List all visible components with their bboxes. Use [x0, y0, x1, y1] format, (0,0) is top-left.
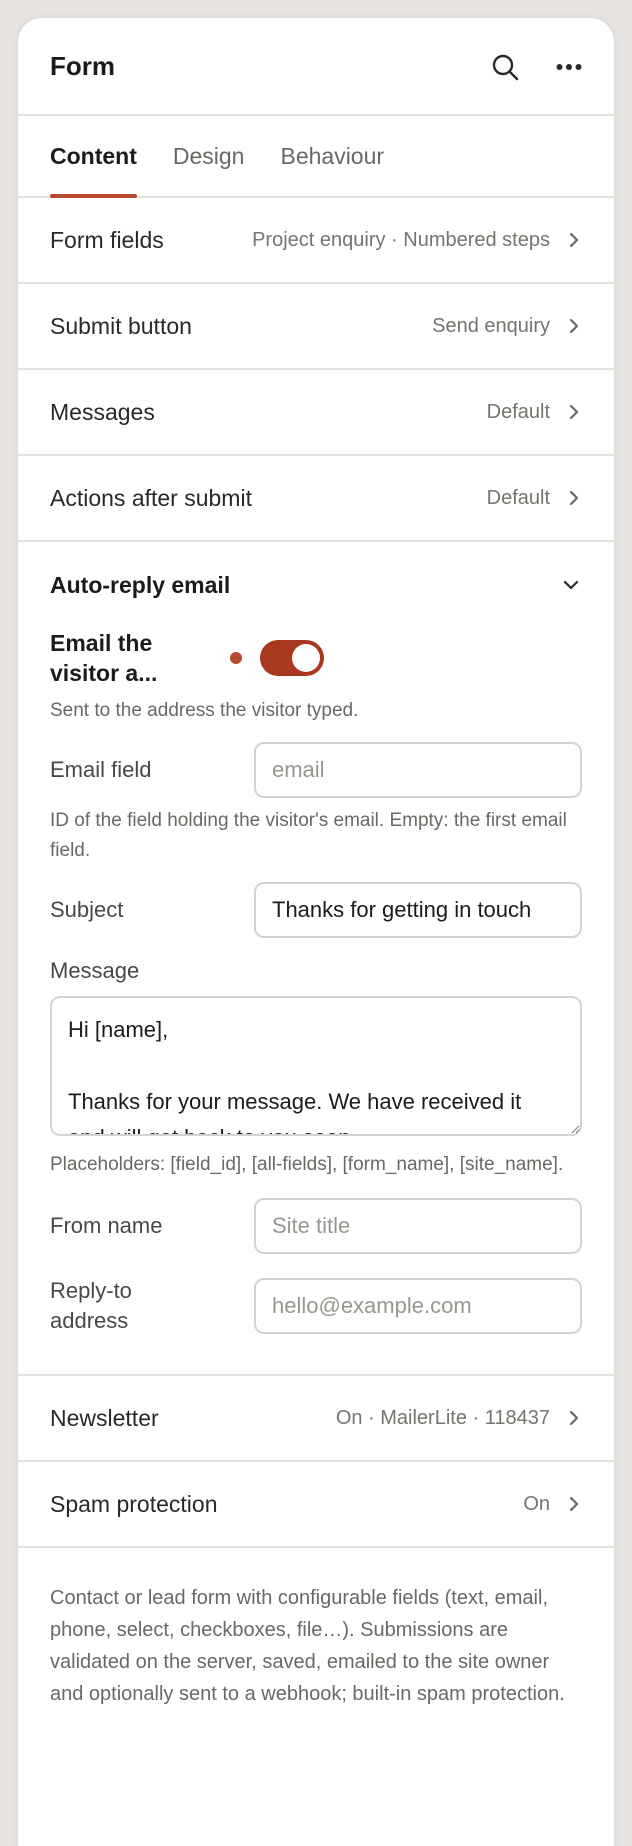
more-horizontal-icon[interactable] [552, 50, 586, 84]
placeholders-help: Placeholders: [field_id], [all-fields], … [50, 1154, 564, 1175]
row-submit-button[interactable]: Submit button Send enquiry [18, 284, 614, 370]
from-name-row: From name [50, 1198, 582, 1254]
toggle-label: Email the visitor a... [50, 630, 158, 686]
row-label: Actions after submit [50, 484, 252, 511]
autoreply-header[interactable]: Auto-reply email [50, 542, 582, 628]
chevron-right-icon [568, 315, 582, 337]
row-form-fields[interactable]: Form fields Project enquiry · Numbered s… [18, 198, 614, 284]
form-description: Contact or lead form with configurable f… [50, 1587, 565, 1705]
autoreply-section: Auto-reply email Email the visitor a... … [18, 542, 614, 1376]
panel-header: Form [18, 18, 614, 116]
autoreply-toggle[interactable] [260, 640, 324, 676]
row-spam-protection[interactable]: Spam protection On [18, 1462, 614, 1548]
row-actions-after-submit[interactable]: Actions after submit Default [18, 456, 614, 542]
row-value: On [523, 1492, 550, 1515]
from-name-input[interactable] [254, 1198, 582, 1254]
tab-behaviour[interactable]: Behaviour [280, 116, 384, 196]
autoreply-toggle-row: Email the visitor a... [50, 628, 582, 688]
chevron-right-icon [568, 401, 582, 423]
header-actions [488, 50, 586, 84]
reply-to-row: Reply-to address [50, 1276, 582, 1336]
row-label: Form fields [50, 226, 164, 253]
section-title: Auto-reply email [50, 571, 231, 598]
row-label: Newsletter [50, 1404, 159, 1431]
row-label: Spam protection [50, 1490, 218, 1517]
search-icon[interactable] [488, 50, 522, 84]
tab-content[interactable]: Content [50, 116, 137, 198]
message-label: Message [50, 958, 140, 983]
row-value: On · MailerLite · 118437 [335, 1406, 550, 1429]
row-value: Send enquiry [432, 314, 550, 337]
email-field-row: Email field [50, 742, 582, 798]
form-settings-panel: Form Content Design Behaviour Form field… [18, 18, 614, 1846]
message-textarea[interactable] [50, 996, 582, 1136]
chevron-right-icon [568, 1493, 582, 1515]
chevron-right-icon [568, 229, 582, 251]
row-label: Submit button [50, 312, 192, 339]
email-field-help: ID of the field holding the visitor's em… [50, 810, 567, 861]
row-value: Project enquiry · Numbered steps [252, 228, 550, 251]
panel-title: Form [50, 50, 115, 81]
row-value: Default [486, 400, 550, 423]
row-newsletter[interactable]: Newsletter On · MailerLite · 118437 [18, 1376, 614, 1462]
field-label: Email field [50, 757, 152, 782]
reply-to-input[interactable] [254, 1278, 582, 1334]
field-label: From name [50, 1213, 163, 1238]
changed-indicator-dot [230, 652, 242, 664]
toggle-help: Sent to the address the visitor typed. [50, 700, 359, 721]
email-field-input[interactable] [254, 742, 582, 798]
chevron-right-icon [568, 487, 582, 509]
tab-design[interactable]: Design [173, 116, 245, 196]
subject-input[interactable] [254, 882, 582, 938]
field-label: Reply-to address [50, 1278, 132, 1333]
row-value: Default [486, 486, 550, 509]
row-label: Messages [50, 398, 155, 425]
chevron-down-icon [560, 578, 582, 592]
subject-row: Subject [50, 882, 582, 938]
toggle-knob [292, 644, 320, 672]
chevron-right-icon [568, 1407, 582, 1429]
tab-bar: Content Design Behaviour [18, 116, 614, 198]
row-messages[interactable]: Messages Default [18, 370, 614, 456]
field-label: Subject [50, 897, 124, 922]
